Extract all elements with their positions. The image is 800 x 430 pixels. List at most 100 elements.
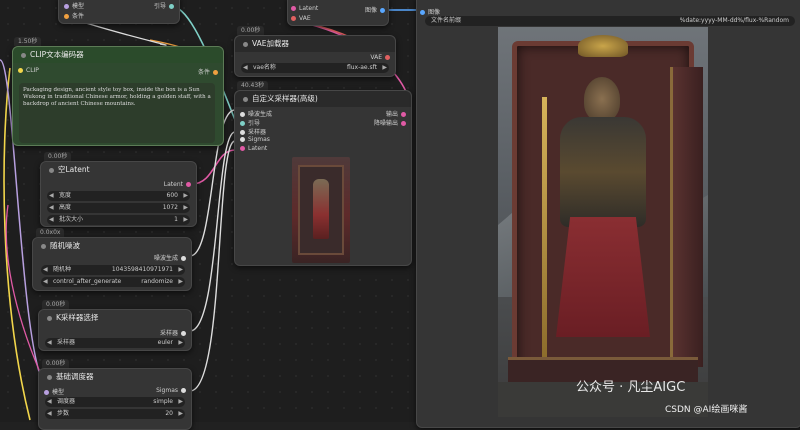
exec-time-badge: 0.00秒: [42, 300, 70, 309]
output-pin[interactable]: [401, 112, 406, 117]
image-output-pin[interactable]: [380, 8, 385, 13]
arrow-right-icon[interactable]: ▶: [382, 63, 387, 73]
vae-loader-node[interactable]: VAE加载器 VAE ◀ vae名称 flux-ae.sft ▶: [234, 35, 396, 77]
golden-staff: [542, 97, 547, 367]
filename-prefix-field[interactable]: 文件名前缀 %date:yyyy-MM-dd%/flux-%Random: [425, 16, 795, 26]
collapse-dot-icon[interactable]: [41, 243, 46, 249]
collapse-dot-icon[interactable]: [243, 41, 248, 47]
seed-field[interactable]: ◀ 随机种 1043598410971971 ▶: [41, 265, 185, 275]
figure-armor: [560, 117, 646, 227]
slot-label: 模型: [52, 389, 65, 396]
node-title: 随机噪波: [50, 241, 80, 250]
guider-output-pin[interactable]: [169, 4, 174, 9]
slot-label: 引导: [153, 3, 166, 10]
widget-label: 高度: [59, 204, 72, 211]
node-title: 空Latent: [58, 165, 90, 174]
sigmas-input-pin[interactable]: [240, 137, 245, 142]
exec-time-badge: 0.0x0x: [36, 228, 65, 237]
sigmas-output-pin[interactable]: [181, 388, 186, 393]
prompt-textarea[interactable]: Packaging design, ancient style toy box,…: [19, 83, 215, 143]
slot-label: 采样器: [159, 330, 178, 337]
collapse-dot-icon[interactable]: [49, 167, 54, 173]
node-header[interactable]: CLIP文本编码器: [13, 47, 223, 63]
random-noise-node[interactable]: 随机噪波 噪波生成 ◀ 随机种 1043598410971971 ▶ ◀ control…: [32, 237, 192, 291]
widget-label: 批次大小: [59, 216, 84, 223]
sampler-input-pin[interactable]: [240, 130, 245, 135]
clip-input-pin[interactable]: [18, 68, 23, 73]
noise-input-pin[interactable]: [240, 112, 245, 117]
node-header[interactable]: 空Latent: [41, 162, 196, 178]
latent-input-pin[interactable]: [240, 146, 245, 151]
widget-label: 步数: [57, 410, 70, 417]
slot-label: 图像: [364, 7, 377, 14]
widget-value: 600: [166, 192, 178, 199]
denoised-output-pin[interactable]: [401, 121, 406, 126]
exec-time-badge: 1.50秒: [14, 37, 42, 46]
slot-label: 降噪输出: [373, 120, 398, 127]
image-input-pin[interactable]: [420, 10, 425, 15]
noise-output-pin[interactable]: [181, 256, 186, 261]
guider-input-pin[interactable]: [240, 121, 245, 126]
vae-decode-node[interactable]: Latent VAE 图像: [287, 0, 389, 26]
vae-input-pin[interactable]: [291, 16, 296, 21]
arrow-left-icon[interactable]: ◀: [243, 63, 248, 73]
widget-label: 宽度: [59, 192, 72, 199]
node-header[interactable]: 基础调度器: [39, 369, 191, 385]
csdn-credit: CSDN @AI绘画咪酱: [665, 405, 748, 415]
preview-thumbnail[interactable]: [292, 157, 350, 263]
clip-text-encode-node[interactable]: CLIP文本编码器 CLIP 条件 Packaging design, anci…: [12, 46, 224, 146]
model-input-pin[interactable]: [44, 390, 49, 395]
slot-label: Sigmas: [156, 387, 178, 394]
widget-value: 1072: [162, 204, 178, 211]
widget-label: 调度器: [57, 398, 76, 405]
ksampler-select-node[interactable]: K采样器选择 采样器 ◀ 采样器 euler ▶: [38, 309, 192, 351]
width-field[interactable]: ◀ 宽度 600 ▶: [47, 191, 190, 201]
slot-label: Latent: [248, 145, 268, 152]
widget-value: 1043598410971971: [111, 266, 173, 273]
latent-input-pin[interactable]: [291, 6, 296, 11]
slot-label: 模型: [72, 3, 85, 10]
control-after-generate-select[interactable]: ◀ control_after_generate randomize ▶: [41, 277, 185, 287]
node-header[interactable]: 随机噪波: [33, 238, 191, 254]
figure-robe: [556, 217, 650, 337]
widget-value: randomize: [141, 278, 173, 285]
widget-value: %date:yyyy-MM-dd%/flux-%Random: [679, 17, 789, 24]
sampler-custom-advanced-node[interactable]: 自定义采样器(高级) 噪波生成 引导 采样器 Sigmas Latent 输出 …: [234, 90, 412, 266]
collapse-dot-icon[interactable]: [47, 374, 52, 380]
slot-label: 采样器: [248, 129, 267, 136]
basic-scheduler-node[interactable]: 基础调度器 模型 Sigmas ◀ 调度器 simple ▶ ◀ 步数 20 ▶: [38, 368, 192, 430]
sampler-output-pin[interactable]: [181, 331, 186, 336]
slot-label: VAE: [299, 15, 311, 22]
sampler-select[interactable]: ◀ 采样器 euler ▶: [45, 338, 185, 348]
steps-field[interactable]: ◀ 步数 20 ▶: [45, 409, 185, 419]
slot-label: 引导: [248, 120, 261, 127]
slot-label: 输出: [385, 111, 398, 118]
slot-label: 噪波生成: [248, 111, 273, 118]
vae-name-select[interactable]: ◀ vae名称 flux-ae.sft ▶: [241, 63, 389, 73]
collapse-dot-icon[interactable]: [21, 52, 26, 58]
node-header[interactable]: VAE加载器: [235, 36, 395, 52]
widget-value: 20: [165, 410, 173, 417]
vae-output-pin[interactable]: [385, 55, 390, 60]
batch-size-field[interactable]: ◀ 批次大小 1 ▶: [47, 215, 190, 225]
collapse-dot-icon[interactable]: [243, 96, 248, 102]
height-field[interactable]: ◀ 高度 1072 ▶: [47, 203, 190, 213]
node-header[interactable]: K采样器选择: [39, 310, 191, 326]
slot-label: Latent: [299, 5, 319, 12]
model-input-pin[interactable]: [64, 4, 69, 9]
slot-label: Sigmas: [248, 136, 270, 143]
conditioning-input-pin[interactable]: [64, 14, 69, 19]
generated-image[interactable]: [498, 27, 708, 417]
exec-time-badge: 0.00秒: [42, 359, 70, 368]
slot-label: 噪波生成: [153, 255, 178, 262]
conditioning-output-pin[interactable]: [213, 70, 218, 75]
collapse-dot-icon[interactable]: [47, 315, 52, 321]
slot-label: 条件: [197, 69, 210, 76]
node-header[interactable]: 自定义采样器(高级): [235, 91, 411, 107]
latent-output-pin[interactable]: [186, 182, 191, 187]
top-guider-node[interactable]: 模型 条件 引导: [58, 0, 180, 24]
widget-value: simple: [153, 398, 173, 405]
scheduler-select[interactable]: ◀ 调度器 simple ▶: [45, 397, 185, 407]
exec-time-badge: 0.00秒: [44, 152, 72, 161]
empty-latent-node[interactable]: 空Latent Latent ◀ 宽度 600 ▶ ◀ 高度 1072 ▶ ◀ 批次大小 1 ▶: [40, 161, 197, 227]
